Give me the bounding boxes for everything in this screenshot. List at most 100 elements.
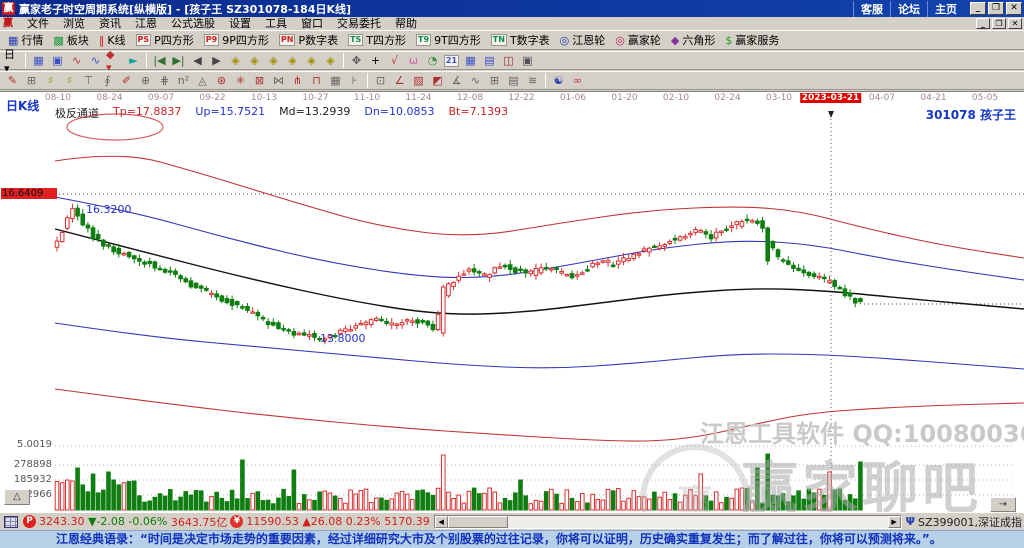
tool-period-day-dropdown[interactable]: 日 ▾ <box>3 52 22 69</box>
tool-grid-dense[interactable]: ▦ <box>326 72 345 89</box>
tool-half-box[interactable]: ◩ <box>428 72 447 89</box>
tool-t-line[interactable]: ⊤ <box>79 72 98 89</box>
scroll-right-arrow[interactable]: ▶ <box>888 516 901 528</box>
tool-gann-glasses[interactable]: ω <box>404 52 423 69</box>
tool-last-bar[interactable]: ▶| <box>169 52 188 69</box>
tool-play-flag[interactable]: ► <box>124 52 143 69</box>
tool-circle-cross[interactable]: ⊕ <box>136 72 155 89</box>
tool-first-bar[interactable]: |◀ <box>150 52 169 69</box>
menu-公式选股[interactable]: 公式选股 <box>164 17 222 30</box>
toolbar-p-table-button[interactable]: PNP数字表 <box>274 32 343 49</box>
minimize-button[interactable]: _ <box>970 2 986 15</box>
expand-volume-button[interactable]: △ <box>4 489 30 505</box>
tool-marker-pen[interactable]: ✐ <box>117 72 136 89</box>
tool-n2-tool[interactable]: n² <box>174 72 193 89</box>
toolbar-hexagon-button[interactable]: ◆六角形 <box>666 32 720 49</box>
tool-box-net[interactable]: ⊠ <box>250 72 269 89</box>
tool-printer[interactable]: ▣ <box>518 52 537 69</box>
tool-bars-tool[interactable]: ⋕ <box>155 72 174 89</box>
tool-zoom-right[interactable]: ◈ <box>245 52 264 69</box>
tool-taiji[interactable]: ☯ <box>549 72 568 89</box>
tool-save[interactable]: ◫ <box>499 52 518 69</box>
tool-angle-line[interactable]: ∡ <box>447 72 466 89</box>
menu-设置[interactable]: 设置 <box>222 17 258 30</box>
hexagon-label: 六角形 <box>682 32 715 48</box>
menu-帮助[interactable]: 帮助 <box>388 17 424 30</box>
tool-curve[interactable]: ∮ <box>98 72 117 89</box>
tool-zoom-h[interactable]: ◈ <box>264 52 283 69</box>
tool-price-grid[interactable]: ♯ <box>41 72 60 89</box>
restore-button[interactable]: ❐ <box>988 2 1004 15</box>
tool-gann-fan[interactable]: ∠ <box>390 72 409 89</box>
tool-hatch-box[interactable]: ▨ <box>409 72 428 89</box>
menu-浏览[interactable]: 浏览 <box>56 17 92 30</box>
tool-trend-check[interactable]: √ <box>385 52 404 69</box>
tool-screen-layout[interactable]: ▦ <box>29 52 48 69</box>
tool-gann-grid[interactable]: ⊞ <box>22 72 41 89</box>
toolbar-winner-wheel-button[interactable]: ◎赢家轮 <box>610 32 666 49</box>
toolbar-gann-wheel-button[interactable]: ◎江恩轮 <box>555 32 611 49</box>
tool-fork-up[interactable]: ⋔ <box>288 72 307 89</box>
tool-zoom-in[interactable]: ◈ <box>302 52 321 69</box>
tool-info-panel[interactable]: ▣ <box>48 52 67 69</box>
9t-square-label: 9T四方形 <box>434 32 481 48</box>
tool-box-select[interactable]: ⊡ <box>371 72 390 89</box>
title-link-论坛[interactable]: 论坛 <box>890 1 927 17</box>
tool-calendar-21[interactable]: 21 <box>442 52 461 69</box>
tool-pan-hand[interactable]: ✥ <box>347 52 366 69</box>
menu-文件[interactable]: 文件 <box>20 17 56 30</box>
menu-工具[interactable]: 工具 <box>258 17 294 30</box>
child-restore-button[interactable]: ❐ <box>992 18 1006 29</box>
chart-panel[interactable]: 08-1008-2409-0709-2210-1310-2711-1011-24… <box>0 91 1024 512</box>
toolbar-drawing: ✎⊞♯♯⊤∮✐⊕⋕n²◬⊛✳⊠⋈⋔⊓▦⊦⊡∠▨◩∡∿⊞▤≋☯∞ <box>0 71 1024 90</box>
toolbar-t-table-button[interactable]: TNT数字表 <box>486 32 555 49</box>
child-minimize-button[interactable]: _ <box>976 18 990 29</box>
tool-fork-dn[interactable]: ⊓ <box>307 72 326 89</box>
tool-notes[interactable]: ▤ <box>480 52 499 69</box>
tool-ma-lines-alt[interactable]: ∿ <box>86 52 105 69</box>
toolbar-sectors-button[interactable]: ▩板块 <box>48 32 93 49</box>
child-close-button[interactable]: ✕ <box>1008 18 1022 29</box>
toolbar-winner-service-button[interactable]: $赢家服务 <box>720 32 784 49</box>
menu-江恩[interactable]: 江恩 <box>128 17 164 30</box>
tool-zoom-left[interactable]: ◈ <box>226 52 245 69</box>
menu-交易委托[interactable]: 交易委托 <box>330 17 388 30</box>
toolbar-t-square-button[interactable]: TST四方形 <box>343 32 411 49</box>
tool-cycle-clock[interactable]: ◔ <box>423 52 442 69</box>
tool-zoom-out[interactable]: ◈ <box>321 52 340 69</box>
scroll-left-arrow[interactable]: ◀ <box>435 516 448 528</box>
tool-next-bar[interactable]: ▶ <box>207 52 226 69</box>
tool-prev-bar[interactable]: ◀ <box>188 52 207 69</box>
tool-target[interactable]: ⊛ <box>212 72 231 89</box>
tool-angle-tri[interactable]: ◬ <box>193 72 212 89</box>
tool-infinity[interactable]: ∞ <box>568 72 587 89</box>
tool-marker-dropdown[interactable]: ◆ ▾ <box>105 52 124 69</box>
toolbar-9p-square-button[interactable]: P99P四方形 <box>199 32 274 49</box>
tool-time-grid[interactable]: ♯ <box>60 72 79 89</box>
tool-ma-lines[interactable]: ∿ <box>67 52 86 69</box>
tool-calculator[interactable]: ▦ <box>461 52 480 69</box>
scroll-right-button[interactable]: → <box>990 497 1016 512</box>
toolbar-p-square-button[interactable]: PSP四方形 <box>131 32 199 49</box>
tool-bowtie[interactable]: ⋈ <box>269 72 288 89</box>
horizontal-scrollbar[interactable]: ◀ ▶ <box>434 515 902 529</box>
tool-crosshair[interactable]: + <box>366 52 385 69</box>
tool-zoom-x[interactable]: ◈ <box>283 52 302 69</box>
tool-grid-sq[interactable]: ⊞ <box>485 72 504 89</box>
title-link-主页[interactable]: 主页 <box>927 1 964 17</box>
tool-wave-line[interactable]: ∿ <box>466 72 485 89</box>
tool-grid-sq2[interactable]: ▤ <box>504 72 523 89</box>
quote-grid-icon[interactable] <box>4 516 18 528</box>
toolbar-9t-square-button[interactable]: T99T四方形 <box>411 32 486 49</box>
tool-star-burst[interactable]: ✳ <box>231 72 250 89</box>
menu-窗口[interactable]: 窗口 <box>294 17 330 30</box>
title-link-客服[interactable]: 客服 <box>853 1 890 17</box>
scroll-thumb[interactable] <box>448 516 508 528</box>
close-button[interactable]: ✕ <box>1006 2 1022 15</box>
tool-ripple[interactable]: ≋ <box>523 72 542 89</box>
tool-pencil[interactable]: ✎ <box>3 72 22 89</box>
menu-资讯[interactable]: 资讯 <box>92 17 128 30</box>
tool-h-range[interactable]: ⊦ <box>345 72 364 89</box>
toolbar-kline-button[interactable]: ‖K线 <box>94 32 131 49</box>
menu-logo-icon: 赢 <box>2 18 14 29</box>
